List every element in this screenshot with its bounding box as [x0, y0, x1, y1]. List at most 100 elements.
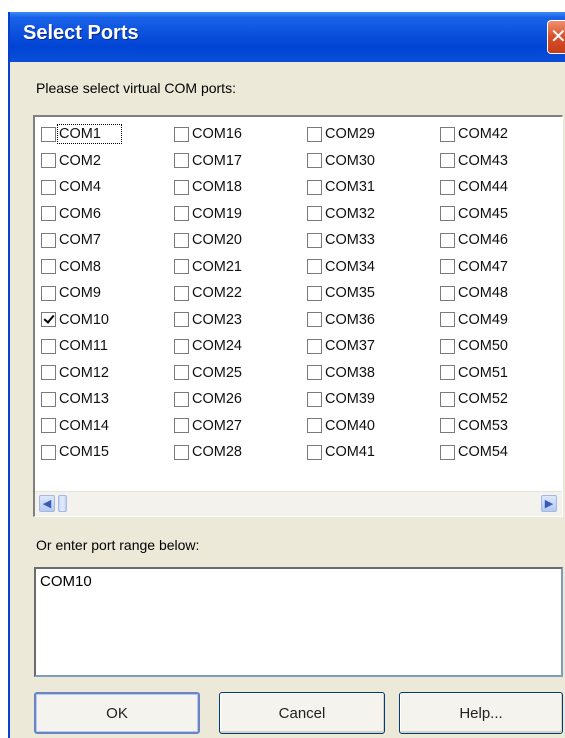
port-item[interactable]: COM16: [174, 121, 307, 148]
port-item[interactable]: COM30: [307, 148, 440, 175]
port-checkbox[interactable]: [41, 418, 56, 434]
port-item[interactable]: COM35: [307, 280, 440, 307]
port-item[interactable]: COM17: [174, 148, 307, 175]
port-checkbox[interactable]: [174, 285, 189, 301]
port-checkbox[interactable]: [174, 365, 189, 381]
port-item[interactable]: COM33: [307, 227, 440, 254]
port-item[interactable]: COM44: [440, 174, 560, 201]
port-item[interactable]: COM50: [440, 333, 560, 360]
port-checkbox[interactable]: [174, 206, 189, 222]
port-checkbox[interactable]: [307, 232, 322, 248]
port-item[interactable]: COM49: [440, 307, 560, 334]
port-range-input[interactable]: COM10: [34, 567, 563, 677]
port-checkbox[interactable]: [307, 338, 322, 354]
port-item[interactable]: COM46: [440, 227, 560, 254]
port-item[interactable]: COM22: [174, 280, 307, 307]
port-checkbox[interactable]: [41, 259, 56, 275]
port-checkbox[interactable]: [440, 312, 455, 328]
port-checkbox[interactable]: [174, 232, 189, 248]
port-item[interactable]: COM53: [440, 413, 560, 440]
port-item[interactable]: COM19: [174, 201, 307, 228]
scroll-thumb[interactable]: [58, 495, 67, 512]
port-item[interactable]: COM38: [307, 360, 440, 387]
port-item[interactable]: COM29: [307, 121, 440, 148]
port-item[interactable]: COM20: [174, 227, 307, 254]
port-checkbox[interactable]: [307, 259, 322, 275]
port-item[interactable]: COM11: [41, 333, 174, 360]
port-checkbox[interactable]: [307, 418, 322, 434]
port-checkbox[interactable]: [174, 391, 189, 407]
port-checkbox[interactable]: [174, 126, 189, 142]
port-checkbox[interactable]: [307, 153, 322, 169]
port-checkbox[interactable]: [41, 391, 56, 407]
port-checkbox[interactable]: [307, 312, 322, 328]
port-item[interactable]: COM32: [307, 201, 440, 228]
port-item[interactable]: COM24: [174, 333, 307, 360]
port-checkbox[interactable]: [440, 153, 455, 169]
port-item[interactable]: COM15: [41, 439, 174, 466]
ok-button[interactable]: OK: [34, 692, 200, 734]
port-checkbox[interactable]: [307, 365, 322, 381]
port-checkbox[interactable]: [440, 179, 455, 195]
port-checkbox[interactable]: [440, 285, 455, 301]
port-checkbox[interactable]: [307, 444, 322, 460]
port-item[interactable]: COM36: [307, 307, 440, 334]
port-item[interactable]: COM23: [174, 307, 307, 334]
port-item[interactable]: COM2: [41, 148, 174, 175]
port-item[interactable]: COM34: [307, 254, 440, 281]
port-item[interactable]: COM40: [307, 413, 440, 440]
port-item[interactable]: COM47: [440, 254, 560, 281]
port-item[interactable]: COM43: [440, 148, 560, 175]
port-checkbox[interactable]: [41, 232, 56, 248]
port-item[interactable]: COM13: [41, 386, 174, 413]
port-item[interactable]: COM27: [174, 413, 307, 440]
title-bar[interactable]: Select Ports ✕: [10, 12, 565, 62]
help-button[interactable]: Help...: [399, 692, 563, 734]
port-checkbox[interactable]: [440, 418, 455, 434]
port-checkbox[interactable]: [174, 312, 189, 328]
port-checkbox[interactable]: [41, 126, 56, 142]
port-checkbox[interactable]: [440, 259, 455, 275]
port-checkbox[interactable]: [307, 126, 322, 142]
horizontal-scrollbar[interactable]: ◀ ▶: [35, 491, 562, 516]
port-item[interactable]: COM1: [41, 121, 174, 148]
port-checkbox[interactable]: [440, 206, 455, 222]
port-checkbox[interactable]: [307, 285, 322, 301]
port-checkbox[interactable]: [440, 338, 455, 354]
port-checkbox[interactable]: [307, 391, 322, 407]
port-checkbox[interactable]: [41, 444, 56, 460]
port-checkbox[interactable]: [174, 153, 189, 169]
port-checkbox[interactable]: [174, 259, 189, 275]
port-item[interactable]: COM14: [41, 413, 174, 440]
port-checkbox[interactable]: [41, 312, 56, 328]
port-item[interactable]: COM45: [440, 201, 560, 228]
port-item[interactable]: COM51: [440, 360, 560, 387]
port-checkbox[interactable]: [174, 338, 189, 354]
port-item[interactable]: COM52: [440, 386, 560, 413]
scroll-right-button[interactable]: ▶: [541, 495, 557, 512]
port-item[interactable]: COM4: [41, 174, 174, 201]
port-item[interactable]: COM37: [307, 333, 440, 360]
port-item[interactable]: COM25: [174, 360, 307, 387]
port-list[interactable]: COM1 COM16 COM29 COM42 COM2 COM17 COM30 COM43 CO…: [33, 115, 563, 517]
port-item[interactable]: COM28: [174, 439, 307, 466]
port-item[interactable]: COM18: [174, 174, 307, 201]
cancel-button[interactable]: Cancel: [219, 692, 385, 734]
port-checkbox[interactable]: [174, 179, 189, 195]
port-checkbox[interactable]: [41, 153, 56, 169]
port-checkbox[interactable]: [41, 285, 56, 301]
port-item[interactable]: COM12: [41, 360, 174, 387]
port-item[interactable]: COM41: [307, 439, 440, 466]
port-checkbox[interactable]: [307, 179, 322, 195]
port-checkbox[interactable]: [440, 365, 455, 381]
port-checkbox[interactable]: [41, 338, 56, 354]
port-item[interactable]: COM42: [440, 121, 560, 148]
port-item[interactable]: COM6: [41, 201, 174, 228]
port-item[interactable]: COM54: [440, 439, 560, 466]
port-item[interactable]: COM9: [41, 280, 174, 307]
port-checkbox[interactable]: [41, 206, 56, 222]
port-checkbox[interactable]: [174, 418, 189, 434]
port-checkbox[interactable]: [41, 179, 56, 195]
port-item[interactable]: COM48: [440, 280, 560, 307]
port-item[interactable]: COM10: [41, 307, 174, 334]
